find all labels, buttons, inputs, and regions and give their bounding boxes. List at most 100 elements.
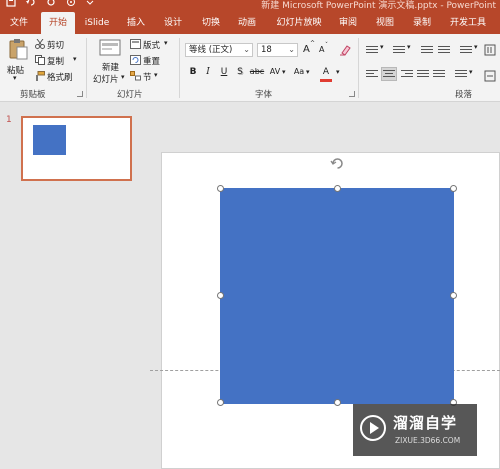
new-slide-label-1[interactable]: 新建 xyxy=(102,61,119,73)
selected-rectangle-shape[interactable] xyxy=(220,188,454,404)
slide-thumbnail[interactable] xyxy=(21,116,132,181)
watermark-url: ZIXUE.3D66.COM xyxy=(395,436,461,445)
group-divider xyxy=(179,38,180,98)
change-case-dropdown-icon[interactable]: ▾ xyxy=(306,68,310,76)
bullets-icon[interactable] xyxy=(366,46,378,55)
paste-dropdown-icon[interactable]: ▾ xyxy=(13,74,17,82)
character-spacing-button[interactable]: AV xyxy=(268,67,282,76)
section-button[interactable]: 节 xyxy=(143,71,152,83)
slide-number: 1 xyxy=(6,115,12,125)
copy-button[interactable]: 复制 xyxy=(47,55,64,67)
resize-handle-top[interactable] xyxy=(334,185,341,192)
clipboard-launcher-icon[interactable] xyxy=(77,91,83,97)
tab-developer[interactable]: 开发工具 xyxy=(444,12,492,34)
new-slide-button[interactable]: 幻灯片 xyxy=(93,73,119,85)
watermark-title: 溜溜自学 xyxy=(393,414,458,432)
rotate-handle-icon[interactable] xyxy=(330,156,345,171)
font-color-button[interactable]: A xyxy=(320,67,332,77)
italic-button[interactable]: I xyxy=(202,67,214,77)
clear-formatting-icon[interactable] xyxy=(339,44,351,59)
resize-handle-top-left[interactable] xyxy=(217,185,224,192)
font-launcher-icon[interactable] xyxy=(349,91,355,97)
copy-dropdown-icon[interactable]: ▾ xyxy=(73,55,77,63)
customize-icon[interactable] xyxy=(86,0,94,10)
tab-home[interactable]: 开始 xyxy=(41,12,75,34)
font-color-dropdown-icon[interactable]: ▾ xyxy=(336,68,340,76)
align-right-icon[interactable] xyxy=(401,70,413,79)
columns-icon[interactable] xyxy=(455,70,467,79)
font-name-value: 等线 (正文) xyxy=(189,45,233,55)
font-name-select[interactable]: 等线 (正文) ⌄ xyxy=(185,43,253,57)
align-center-icon xyxy=(383,70,395,79)
font-color-swatch xyxy=(320,79,332,82)
font-size-value: 18 xyxy=(261,45,272,55)
touch-mode-icon[interactable] xyxy=(66,0,76,10)
new-slide-dropdown-icon[interactable]: ▾ xyxy=(121,73,125,81)
numbering-dropdown-icon[interactable]: ▾ xyxy=(407,43,411,51)
layout-icon[interactable] xyxy=(130,39,141,52)
font-size-select[interactable]: 18 ⌄ xyxy=(257,43,298,57)
numbering-icon[interactable] xyxy=(393,46,405,55)
increase-indent-icon[interactable] xyxy=(438,46,450,55)
group-divider xyxy=(358,38,359,98)
font-name-dropdown-icon[interactable]: ⌄ xyxy=(243,44,250,56)
resize-handle-bottom[interactable] xyxy=(334,399,341,406)
resize-handle-top-right[interactable] xyxy=(450,185,457,192)
tab-insert[interactable]: 插入 xyxy=(122,12,150,34)
tab-review[interactable]: 审阅 xyxy=(334,12,362,34)
format-painter-button[interactable]: 格式刷 xyxy=(47,71,73,83)
strikethrough-button[interactable]: abc xyxy=(249,67,265,76)
title-bar: 新建 Microsoft PowerPoint 演示文稿.pptx - Powe… xyxy=(0,0,500,12)
section-dropdown-icon[interactable]: ▾ xyxy=(154,71,158,79)
resize-handle-bottom-left[interactable] xyxy=(217,399,224,406)
text-shadow-button[interactable]: S xyxy=(234,67,246,77)
undo-icon[interactable] xyxy=(26,0,36,10)
section-icon[interactable] xyxy=(130,71,141,84)
layout-dropdown-icon[interactable]: ▾ xyxy=(164,39,168,47)
change-case-button[interactable]: Aa xyxy=(292,67,306,76)
bullets-dropdown-icon[interactable]: ▾ xyxy=(380,43,384,51)
decrease-indent-icon[interactable] xyxy=(421,46,433,55)
tab-record[interactable]: 录制 xyxy=(408,12,436,34)
distributed-icon[interactable] xyxy=(433,70,445,79)
text-direction-icon[interactable] xyxy=(484,44,496,59)
tab-transitions[interactable]: 切换 xyxy=(196,12,226,34)
tab-slideshow[interactable]: 幻灯片放映 xyxy=(270,12,328,34)
line-spacing-icon[interactable] xyxy=(460,46,472,55)
thumbnail-shape xyxy=(33,125,66,155)
group-divider xyxy=(86,38,87,98)
paste-icon[interactable] xyxy=(8,38,28,63)
resize-handle-right[interactable] xyxy=(450,292,457,299)
save-icon[interactable] xyxy=(6,0,16,10)
font-size-dropdown-icon[interactable]: ⌄ xyxy=(288,44,295,56)
cut-icon[interactable] xyxy=(35,38,45,52)
tab-design[interactable]: 设计 xyxy=(158,12,188,34)
align-left-icon[interactable] xyxy=(366,70,378,79)
tab-islide[interactable]: iSlide xyxy=(80,12,114,34)
align-text-icon[interactable] xyxy=(484,70,496,85)
copy-icon[interactable] xyxy=(35,55,45,68)
tab-view[interactable]: 视图 xyxy=(370,12,400,34)
grow-font-arrow-icon: ^ xyxy=(310,40,316,47)
line-spacing-dropdown-icon[interactable]: ▾ xyxy=(474,43,478,51)
underline-button[interactable]: U xyxy=(218,67,230,77)
character-spacing-dropdown-icon[interactable]: ▾ xyxy=(282,68,286,76)
reset-button[interactable]: 重置 xyxy=(143,55,160,67)
font-group-label: 字体 xyxy=(255,90,273,100)
redo-icon[interactable] xyxy=(46,0,56,10)
bold-button[interactable]: B xyxy=(187,67,199,77)
columns-dropdown-icon[interactable]: ▾ xyxy=(469,68,473,76)
resize-handle-left[interactable] xyxy=(217,292,224,299)
align-center-button[interactable] xyxy=(381,67,397,81)
layout-button[interactable]: 版式 xyxy=(143,39,160,51)
shrink-font-button[interactable]: A xyxy=(319,45,324,54)
format-painter-icon[interactable] xyxy=(35,71,45,84)
new-slide-icon[interactable] xyxy=(99,38,121,61)
reset-icon[interactable] xyxy=(130,55,141,68)
tab-file[interactable]: 文件 xyxy=(4,12,34,34)
justify-icon[interactable] xyxy=(417,70,429,79)
slides-group-label: 幻灯片 xyxy=(117,90,143,100)
tab-animations[interactable]: 动画 xyxy=(232,12,262,34)
grow-font-button[interactable]: A xyxy=(303,44,310,55)
cut-button[interactable]: 剪切 xyxy=(47,39,64,51)
